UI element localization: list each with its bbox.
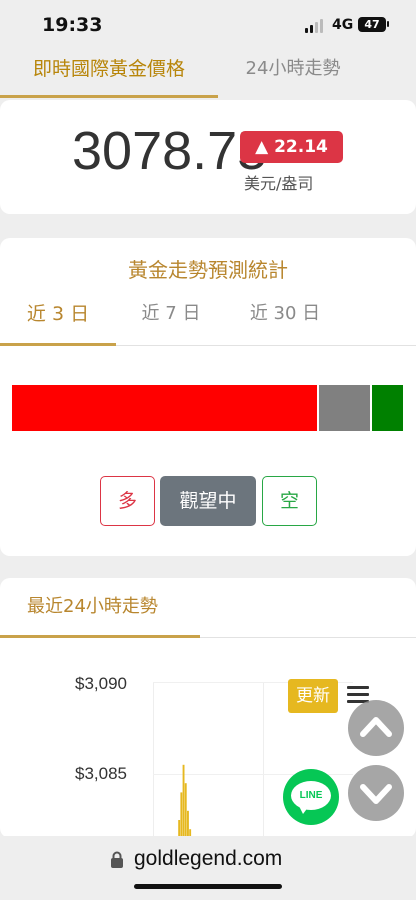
battery-icon: 47 xyxy=(358,17,386,32)
chevron-down-icon xyxy=(360,784,392,804)
refresh-button[interactable]: 更新 xyxy=(288,679,338,713)
ratio-bullish-segment xyxy=(12,385,317,431)
trend-bar xyxy=(182,764,185,838)
price-change-badge: ▲ 22.14 xyxy=(240,131,343,163)
forecast-title: 黃金走勢預測統計 xyxy=(128,258,288,282)
trend-bar xyxy=(180,792,183,838)
top-tabs: 即時國際黃金價格 24小時走勢 xyxy=(0,50,416,98)
battery-tip xyxy=(387,21,389,27)
lock-icon xyxy=(111,851,123,868)
vote-wait-button[interactable]: 觀望中 xyxy=(160,476,256,526)
url-domain: goldlegend.com xyxy=(134,847,283,870)
ratio-bearish-segment xyxy=(372,385,403,431)
trend-bar xyxy=(184,783,187,838)
forecast-card: 黃金走勢預測統計 近 3 日 近 7 日 近 30 日 多 觀望中 空 xyxy=(0,238,416,556)
home-indicator xyxy=(134,884,282,889)
vote-short-button[interactable]: 空 xyxy=(262,476,317,526)
tab-30-days[interactable]: 近 30 日 xyxy=(230,294,340,346)
tab-7-days[interactable]: 近 7 日 xyxy=(116,294,226,346)
sentiment-ratio-bar xyxy=(12,385,403,431)
status-bar: 19:33 4G 47 xyxy=(0,0,416,50)
range-tabs: 近 3 日 近 7 日 近 30 日 xyxy=(0,294,416,346)
browser-url-bar[interactable]: goldlegend.com xyxy=(0,836,416,900)
ratio-neutral-segment xyxy=(319,385,370,431)
tab-3-days[interactable]: 近 3 日 xyxy=(0,294,116,346)
status-time: 19:33 xyxy=(42,14,103,36)
scroll-down-button[interactable] xyxy=(348,765,404,821)
trend-bar xyxy=(187,810,189,838)
line-share-button[interactable]: LINE xyxy=(283,769,339,825)
chevron-up-icon xyxy=(360,717,392,737)
gold-price: 3078.75 xyxy=(72,121,268,181)
line-bubble-tail xyxy=(299,806,309,814)
scroll-up-button[interactable] xyxy=(348,700,404,756)
price-unit: 美元/盎司 xyxy=(244,174,314,193)
network-type: 4G xyxy=(332,17,354,33)
signal-icon xyxy=(305,19,327,33)
tab-realtime-price[interactable]: 即時國際黃金價格 xyxy=(0,50,218,98)
tab-24h-trend[interactable]: 24小時走勢 xyxy=(218,50,368,98)
line-logo-icon: LINE xyxy=(291,781,331,810)
vote-long-button[interactable]: 多 xyxy=(100,476,155,526)
price-card: 3078.75 xyxy=(0,100,416,214)
